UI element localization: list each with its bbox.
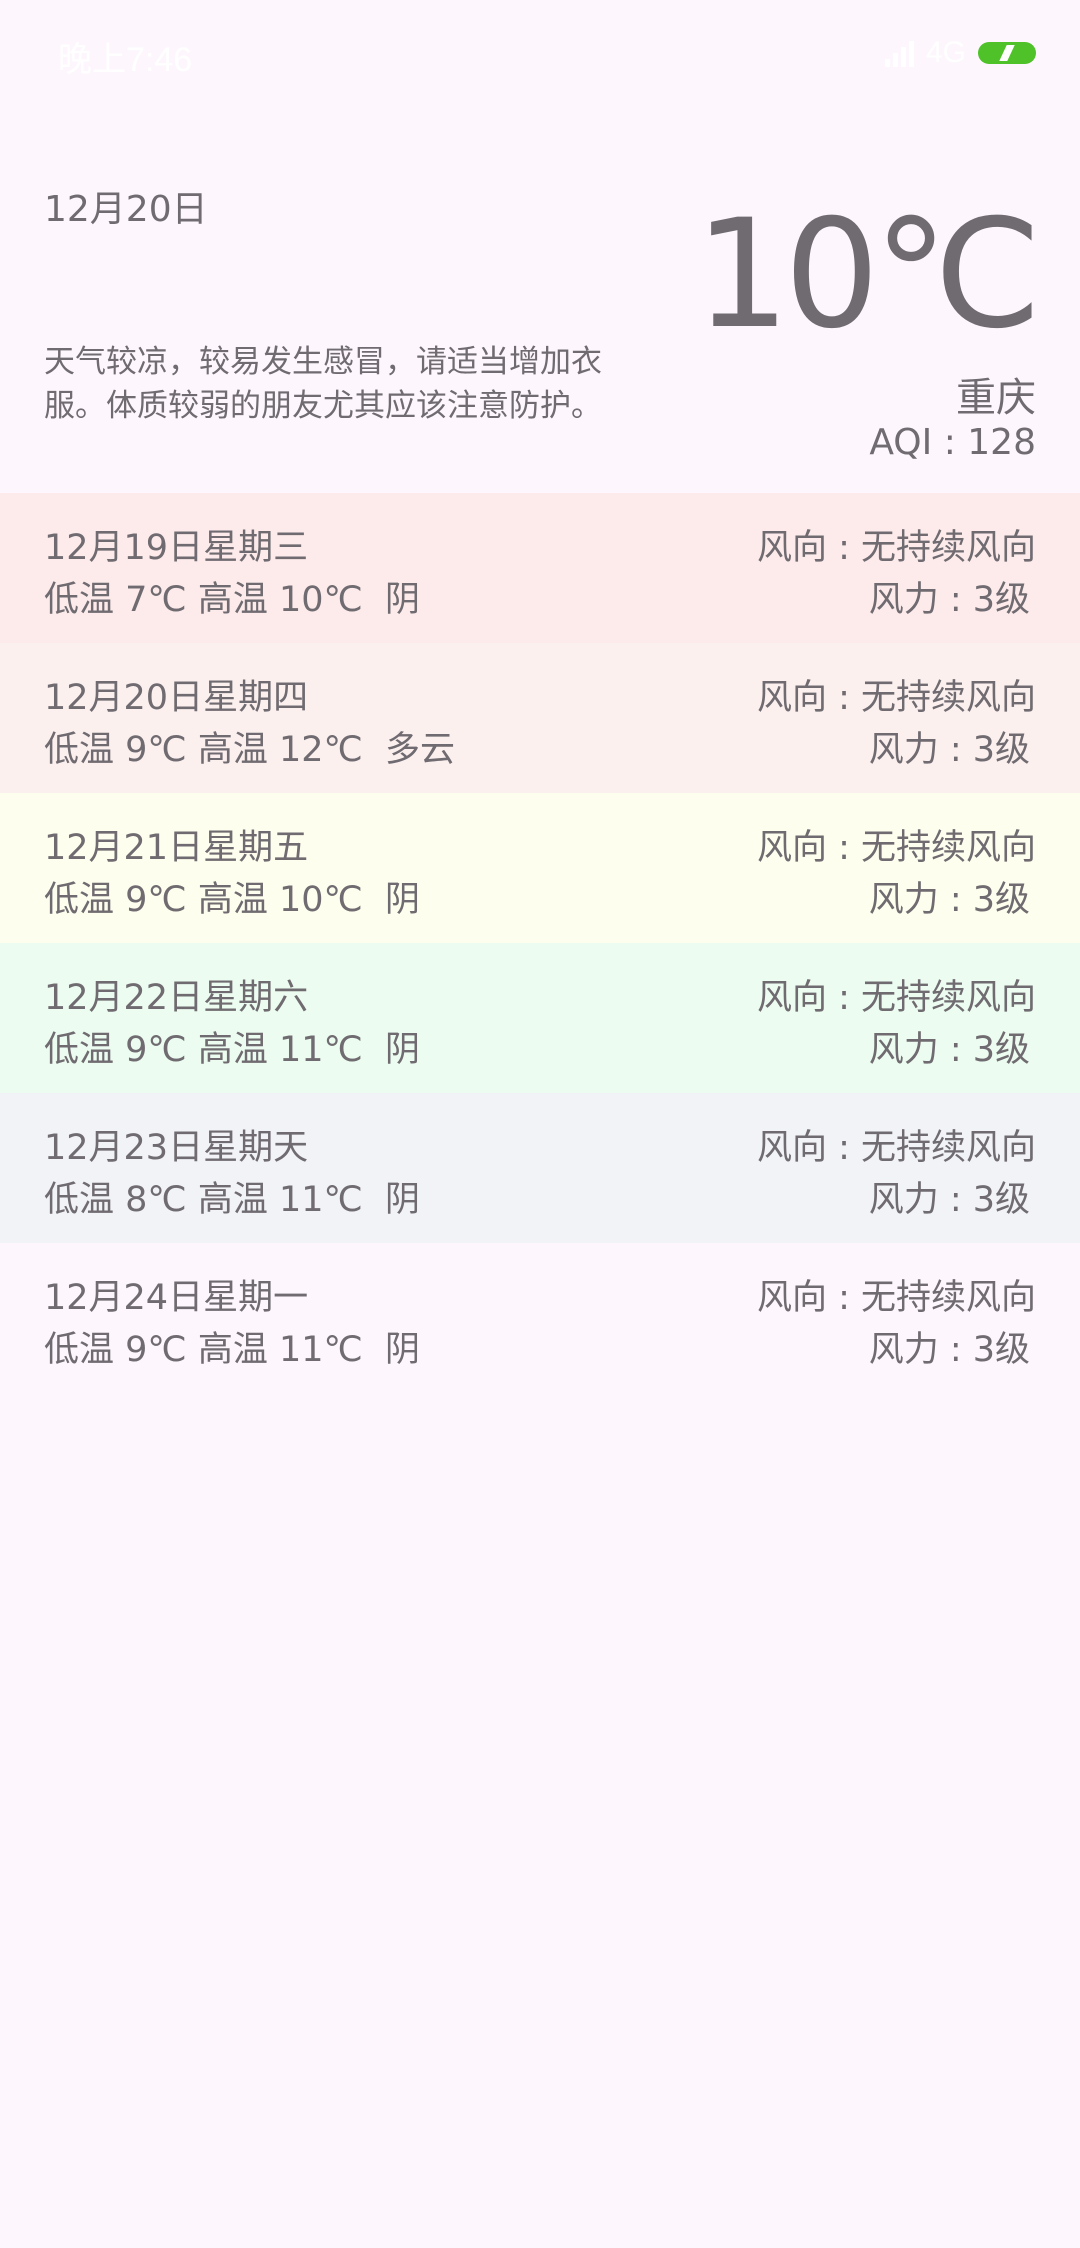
forecast-temperature: 低温 9℃ 高温 10℃ 阴: [44, 880, 421, 920]
forecast-wind-direction: 风向 : 无持续风向: [756, 1128, 1036, 1168]
forecast-wind-direction: 风向 : 无持续风向: [756, 678, 1036, 718]
forecast-wind-direction: 风向 : 无持续风向: [756, 828, 1036, 868]
forecast-temperature: 低温 9℃ 高温 12℃ 多云: [44, 730, 456, 770]
current-date: 12月20日: [44, 189, 208, 230]
forecast-date: 12月24日星期一: [44, 1278, 309, 1318]
weather-tip: 天气较凉，较易发生感冒，请适当增加衣服。体质较弱的朋友尤其应该注意防护。: [44, 344, 602, 424]
forecast-wind-direction: 风向 : 无持续风向: [756, 528, 1036, 568]
city-name[interactable]: 重庆: [956, 365, 1036, 423]
forecast-temperature: 低温 9℃ 高温 11℃ 阴: [44, 1030, 421, 1070]
status-time: 晚上7:46: [58, 41, 193, 79]
forecast-date: 12月22日星期六: [44, 978, 309, 1018]
forecast-temperature: 低温 8℃ 高温 11℃ 阴: [44, 1180, 421, 1220]
forecast-row[interactable]: 12月21日星期五 低温 9℃ 高温 10℃ 阴 风向 : 无持续风向 风力 :…: [0, 793, 1080, 943]
status-indicators: 4G: [884, 36, 1036, 70]
forecast-wind-power: 风力 : 3级: [868, 1030, 1030, 1070]
forecast-date: 12月19日星期三: [44, 528, 309, 568]
current-temperature: 10℃: [694, 188, 1042, 362]
forecast-wind-power: 风力 : 3级: [868, 1180, 1030, 1220]
forecast-wind-power: 风力 : 3级: [868, 730, 1030, 770]
forecast-date: 12月20日星期四: [44, 678, 309, 718]
forecast-temperature: 低温 9℃ 高温 11℃ 阴: [44, 1330, 421, 1370]
network-type-label: 4G: [925, 36, 966, 69]
aqi-value: AQI : 128: [869, 422, 1036, 463]
current-weather-header: 12月20日 10℃ 天气较凉，较易发生感冒，请适当增加衣服。体质较弱的朋友尤其…: [0, 160, 1080, 490]
status-bar: 晚上7:46 4G: [0, 0, 1080, 110]
battery-icon: [978, 42, 1036, 64]
forecast-wind-power: 风力 : 3级: [868, 880, 1030, 920]
forecast-list: 12月19日星期三 低温 7℃ 高温 10℃ 阴 风向 : 无持续风向 风力 :…: [0, 493, 1080, 1393]
forecast-wind-direction: 风向 : 无持续风向: [756, 978, 1036, 1018]
forecast-row[interactable]: 12月24日星期一 低温 9℃ 高温 11℃ 阴 风向 : 无持续风向 风力 :…: [0, 1243, 1080, 1393]
forecast-temperature: 低温 7℃ 高温 10℃ 阴: [44, 580, 421, 620]
forecast-date: 12月21日星期五: [44, 828, 309, 868]
forecast-wind-direction: 风向 : 无持续风向: [756, 1278, 1036, 1318]
forecast-date: 12月23日星期天: [44, 1128, 309, 1168]
forecast-row[interactable]: 12月23日星期天 低温 8℃ 高温 11℃ 阴 风向 : 无持续风向 风力 :…: [0, 1093, 1080, 1243]
forecast-row[interactable]: 12月19日星期三 低温 7℃ 高温 10℃ 阴 风向 : 无持续风向 风力 :…: [0, 493, 1080, 643]
signal-icon: [884, 39, 914, 67]
forecast-row[interactable]: 12月22日星期六 低温 9℃ 高温 11℃ 阴 风向 : 无持续风向 风力 :…: [0, 943, 1080, 1093]
forecast-wind-power: 风力 : 3级: [868, 1330, 1030, 1370]
forecast-wind-power: 风力 : 3级: [868, 580, 1030, 620]
forecast-row[interactable]: 12月20日星期四 低温 9℃ 高温 12℃ 多云 风向 : 无持续风向 风力 …: [0, 643, 1080, 793]
